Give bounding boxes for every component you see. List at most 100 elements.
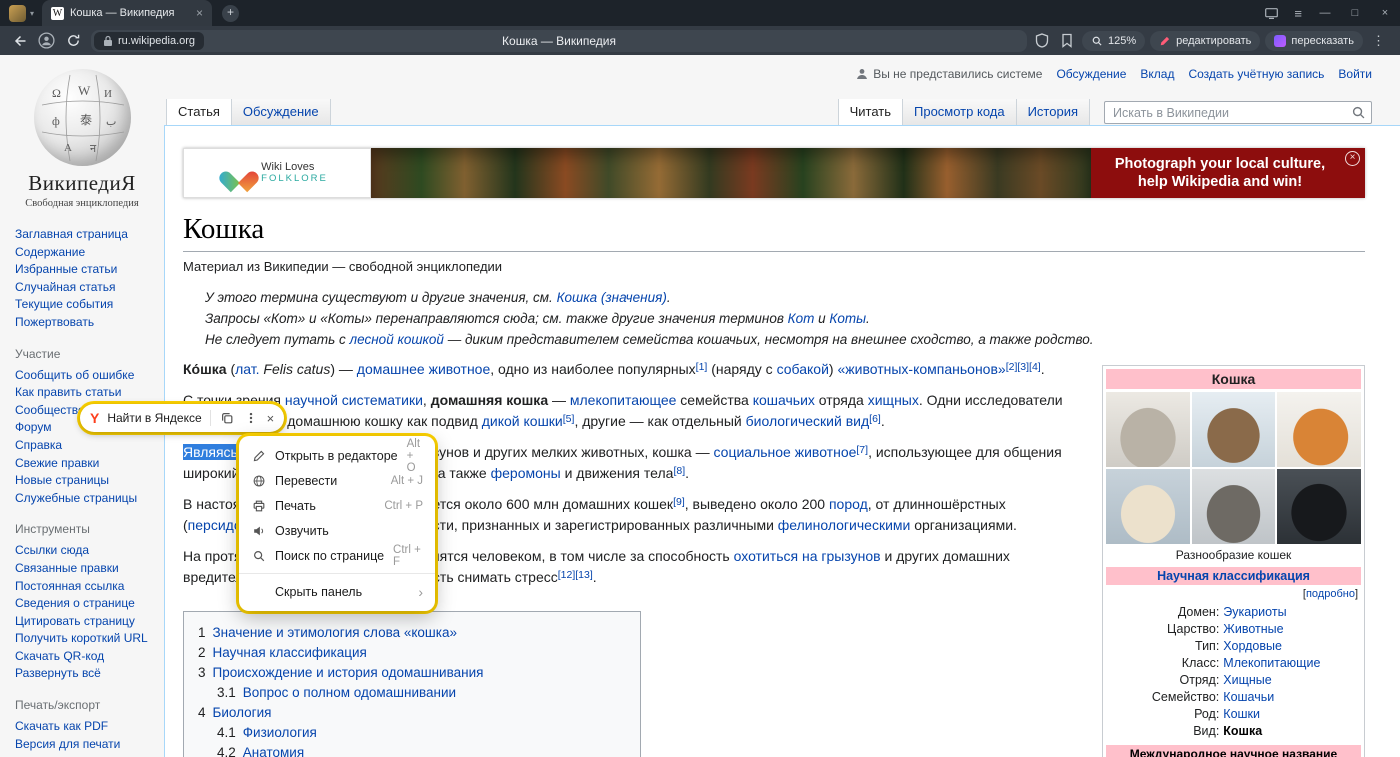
sidebar-link[interactable]: Получить короткий URL	[15, 630, 158, 648]
toc-item[interactable]: 1Значение и этимология слова «кошка»	[198, 623, 626, 643]
toolbar-close-icon[interactable]: ×	[267, 411, 275, 426]
wiki-link[interactable]: социальное животное	[714, 444, 857, 460]
wiki-link[interactable]: «животных-компаньонов»	[837, 361, 1005, 377]
back-icon[interactable]	[8, 30, 30, 52]
campaign-banner[interactable]: Wiki Loves FOLKLORE Photograph your loca…	[183, 148, 1365, 198]
sidebar-link[interactable]: Пожертвовать	[15, 314, 158, 332]
taxon-link[interactable]: Млекопитающие	[1223, 655, 1320, 672]
sidebar-link[interactable]: Как править статьи	[15, 384, 158, 402]
reference-link[interactable]: [8]	[673, 465, 685, 477]
wiki-link[interactable]: млекопитающее	[570, 392, 677, 408]
sidebar-link[interactable]: Цитировать страницу	[15, 613, 158, 631]
protect-icon[interactable]	[1032, 31, 1052, 51]
menu-icon[interactable]: ≡	[1294, 6, 1302, 21]
wiki-link[interactable]: лат.	[235, 361, 259, 377]
taxon-link[interactable]: Эукариоты	[1223, 604, 1286, 621]
profile-avatar[interactable]	[9, 5, 26, 22]
toolbar-dots-icon[interactable]	[243, 410, 259, 426]
wiki-link[interactable]: Коты	[829, 311, 866, 326]
url-pill[interactable]: ru.wikipedia.org	[94, 32, 204, 50]
page-tab[interactable]: Просмотр кода	[902, 99, 1016, 125]
reference-link[interactable]: [9]	[673, 496, 685, 508]
wiki-link[interactable]: фелинологическими	[778, 517, 911, 533]
page-tab[interactable]: Обсуждение	[231, 99, 331, 125]
reference-link[interactable]: [1]	[696, 361, 708, 373]
toolbar-more-icon[interactable]: ⋮	[1372, 33, 1385, 49]
sidebar-link[interactable]: Связанные правки	[15, 560, 158, 578]
wiki-link[interactable]: пород	[829, 496, 868, 512]
cat-photo[interactable]	[1106, 469, 1190, 544]
profile-icon[interactable]	[35, 30, 57, 52]
toc-item[interactable]: 4.1Физиология	[217, 723, 626, 743]
sidebar-link[interactable]: Текущие события	[15, 296, 158, 314]
toc-item[interactable]: 2Научная классификация	[198, 643, 626, 663]
wikipedia-logo[interactable]: ΩWИф泰بАन	[34, 69, 131, 166]
sidebar-link[interactable]: Избранные статьи	[15, 261, 158, 279]
reference-link[interactable]: [2][3][4]	[1006, 361, 1041, 373]
wiki-link[interactable]: хищных	[868, 392, 919, 408]
cat-photo[interactable]	[1192, 469, 1276, 544]
wiki-link[interactable]: домашнее животное	[357, 361, 490, 377]
sidebar-link[interactable]: Содержание	[15, 244, 158, 262]
minimize-button[interactable]: —	[1310, 7, 1340, 19]
tab-close-icon[interactable]: ×	[196, 6, 203, 20]
toc-item[interactable]: 4Биология	[198, 703, 626, 723]
find-in-yandex-button[interactable]: Найти в Яндексе	[107, 411, 201, 425]
taxon-link[interactable]: Хордовые	[1223, 638, 1282, 655]
classification-header[interactable]: Научная классификация	[1106, 567, 1361, 585]
address-bar[interactable]: ru.wikipedia.org Кошка — Википедия	[91, 30, 1027, 52]
copy-icon[interactable]	[219, 410, 235, 426]
menu-item[interactable]: ПеревестиAlt + J	[239, 468, 435, 493]
menu-item[interactable]: Поиск по страницеCtrl + F	[239, 543, 435, 568]
wiki-link[interactable]: научной систематики	[285, 392, 423, 408]
sidebar-link[interactable]: Скачать как PDF	[15, 718, 158, 736]
toc-item[interactable]: 3Происхождение и история одомашнивания	[198, 663, 626, 683]
wiki-link[interactable]: собакой	[777, 361, 829, 377]
wiki-link[interactable]: Кот	[788, 311, 815, 326]
sidebar-link[interactable]: Случайная статья	[15, 279, 158, 297]
search-input[interactable]	[1104, 101, 1372, 124]
sidebar-link[interactable]: Развернуть всё	[15, 665, 158, 683]
close-button[interactable]: ×	[1370, 7, 1400, 19]
sidebar-link[interactable]: Заглавная страница	[15, 226, 158, 244]
cat-photo[interactable]	[1192, 392, 1276, 467]
chevron-down-icon[interactable]: ▾	[30, 9, 34, 18]
page-tab[interactable]: Статья	[166, 99, 231, 125]
edit-page-button[interactable]: редактировать	[1150, 31, 1260, 51]
reference-link[interactable]: [5]	[563, 413, 575, 425]
menu-item[interactable]: Скрыть панель›	[239, 579, 435, 604]
sidebar-link[interactable]: Служебные страницы	[15, 490, 158, 508]
cat-photo[interactable]	[1277, 392, 1361, 467]
wiki-link[interactable]: охотиться на грызунов	[734, 548, 881, 564]
reference-link[interactable]: [12][13]	[558, 569, 593, 581]
page-tab[interactable]: Читать	[838, 99, 902, 125]
wiki-link[interactable]: биологический вид	[746, 413, 870, 429]
page-tab[interactable]: История	[1016, 99, 1090, 125]
toc-item[interactable]: 3.1Вопрос о полном одомашнивании	[217, 683, 626, 703]
menu-item[interactable]: Озвучить	[239, 518, 435, 543]
banner-close-icon[interactable]: ×	[1345, 151, 1360, 166]
maximize-button[interactable]: □	[1340, 7, 1370, 19]
sidebar-link[interactable]: Сообщить об ошибке	[15, 367, 158, 385]
user-link[interactable]: Обсуждение	[1056, 67, 1126, 81]
menu-item[interactable]: ПечатьCtrl + P	[239, 493, 435, 518]
sidebar-link[interactable]: Сведения о странице	[15, 595, 158, 613]
menu-item[interactable]: Открыть в редактореAlt + O	[239, 443, 435, 468]
wiki-link[interactable]: феромоны	[491, 465, 561, 481]
user-link[interactable]: Войти	[1338, 67, 1372, 81]
taxon-link[interactable]: Животные	[1223, 621, 1283, 638]
taxon-link[interactable]: Кошки	[1223, 706, 1260, 723]
reference-link[interactable]: [6]	[869, 413, 881, 425]
panel-icon[interactable]	[1265, 8, 1278, 19]
zoom-badge[interactable]: 125%	[1082, 31, 1145, 51]
sidebar-link[interactable]: Новые страницы	[15, 472, 158, 490]
taxon-link[interactable]: Кошачьи	[1223, 689, 1274, 706]
sidebar-link[interactable]: Постоянная ссылка	[15, 578, 158, 596]
details-link[interactable]: подробно	[1306, 588, 1355, 600]
wiki-link[interactable]: лесной кошкой	[350, 332, 444, 347]
user-link[interactable]: Создать учётную запись	[1188, 67, 1324, 81]
new-tab-button[interactable]: +	[222, 5, 239, 22]
retell-button[interactable]: пересказать	[1265, 31, 1363, 51]
wiki-link[interactable]: дикой кошки	[482, 413, 563, 429]
sidebar-link[interactable]: Версия для печати	[15, 736, 158, 754]
